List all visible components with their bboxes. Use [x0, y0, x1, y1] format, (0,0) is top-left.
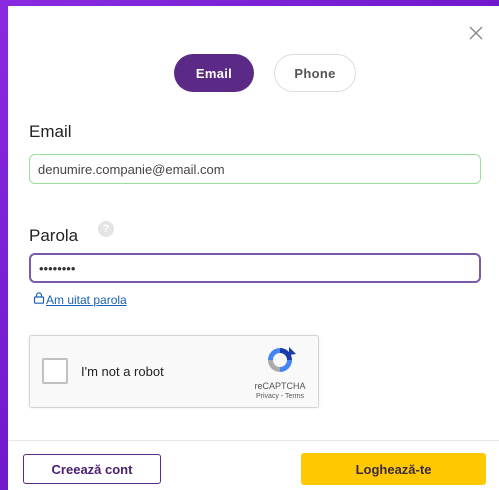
- tab-phone[interactable]: Phone: [274, 54, 356, 92]
- login-modal: Email Phone Email Parola ? Am uitat paro…: [8, 6, 499, 490]
- login-button[interactable]: Loghează-te: [301, 453, 486, 485]
- email-field-label: Email: [29, 122, 72, 141]
- tab-email[interactable]: Email: [174, 54, 254, 92]
- recaptcha-links[interactable]: Privacy - Terms: [242, 393, 318, 400]
- forgot-password-link[interactable]: Am uitat parola: [33, 292, 127, 307]
- recaptcha-widget: I'm not a robot reCAPTCHA Privacy - Term…: [29, 335, 319, 408]
- close-icon[interactable]: [467, 24, 485, 42]
- login-method-tabs: Email Phone: [8, 54, 499, 94]
- recaptcha-logo-icon: [263, 345, 297, 375]
- email-field[interactable]: [29, 154, 481, 184]
- lock-icon: [33, 292, 45, 307]
- help-icon[interactable]: ?: [98, 221, 114, 237]
- password-field[interactable]: [29, 253, 481, 283]
- footer-divider: [8, 440, 499, 441]
- create-account-button[interactable]: Creează cont: [23, 454, 161, 484]
- recaptcha-brand: reCAPTCHA: [254, 381, 306, 391]
- password-field-label: Parola: [29, 226, 79, 245]
- forgot-password-label: Am uitat parola: [46, 292, 127, 307]
- captcha-checkbox[interactable]: [42, 358, 68, 384]
- captcha-label: I'm not a robot: [81, 364, 164, 379]
